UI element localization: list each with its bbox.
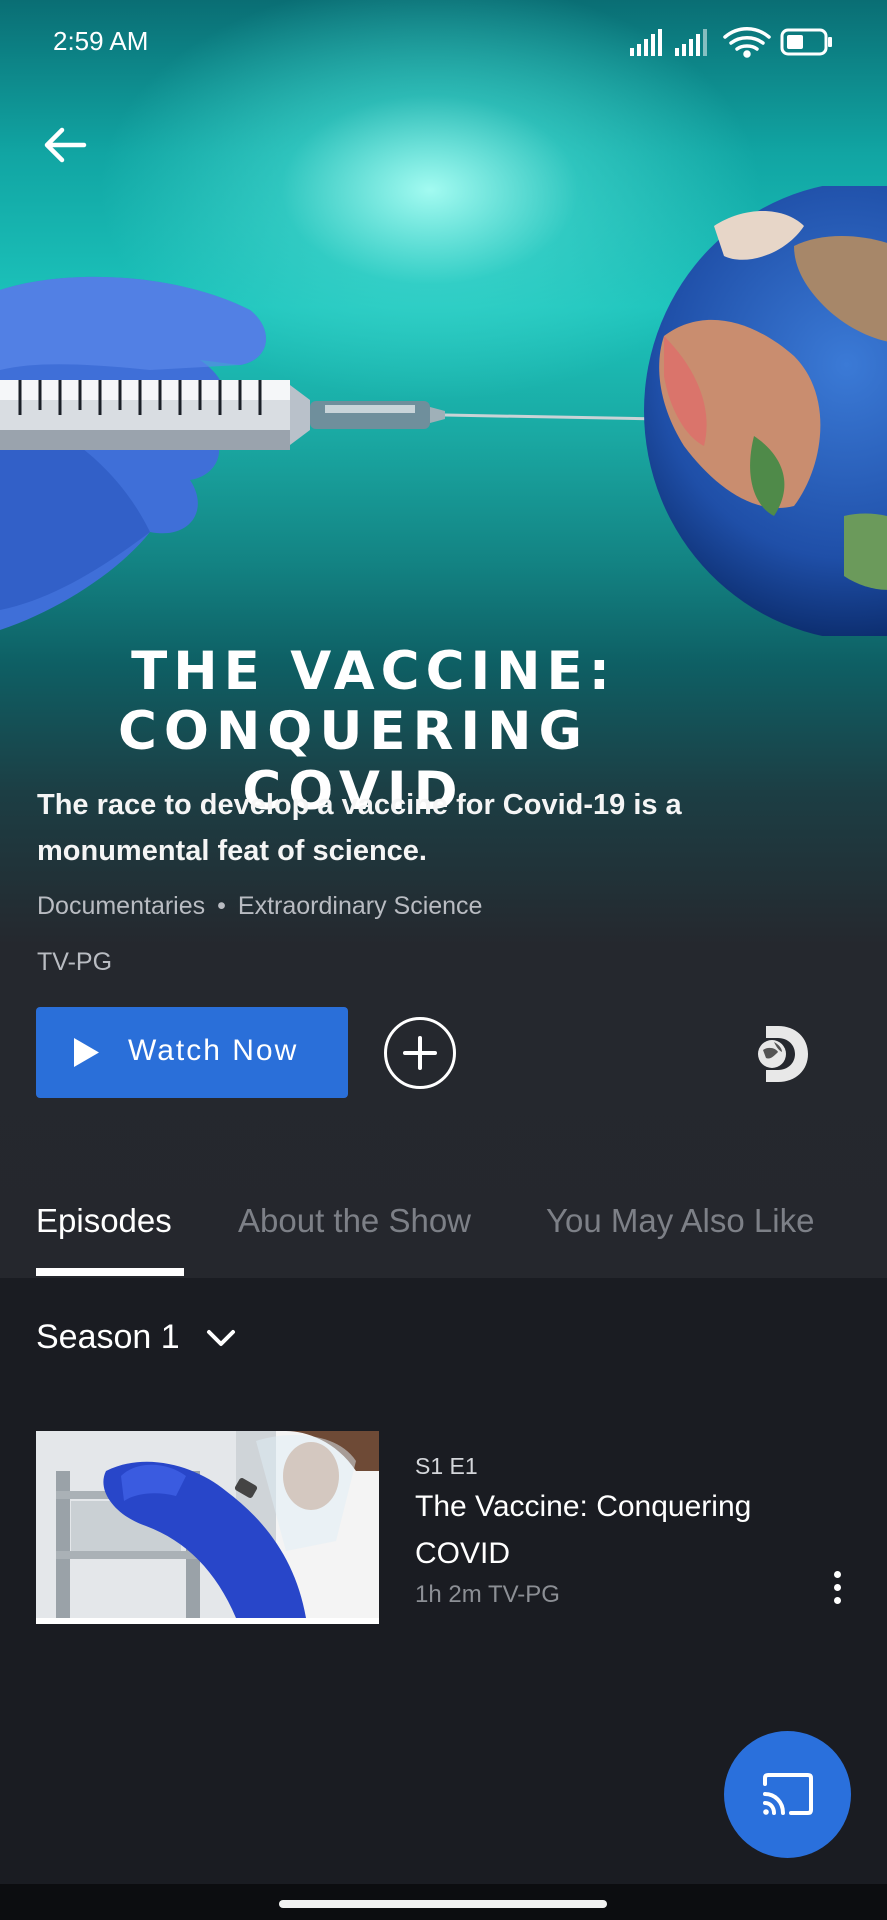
genre-separator: • (217, 892, 226, 920)
earth-globe-artwork (644, 186, 887, 636)
home-indicator[interactable] (279, 1900, 607, 1908)
gloved-hand-artwork (0, 276, 267, 630)
season-selector[interactable]: Season 1 (36, 1318, 236, 1357)
episode-number: S1 E1 (415, 1453, 478, 1479)
more-options-icon[interactable] (831, 1571, 843, 1611)
chevron-down-icon (206, 1329, 235, 1346)
show-title-line-1: THE VACCINE: (131, 641, 616, 702)
play-icon (74, 1038, 99, 1067)
show-tagline: The race to develop a vaccine for Covid-… (37, 789, 682, 867)
watch-now-label: Watch Now (128, 1034, 299, 1067)
status-icons (630, 27, 832, 58)
tab-about-the-show[interactable]: About the Show (238, 1202, 471, 1240)
watch-now-button[interactable]: Watch Now (36, 1007, 348, 1098)
syringe-artwork (0, 380, 660, 450)
signal-icon (675, 29, 707, 56)
detail-tabs: Episodes About the Show You May Also Lik… (0, 1192, 887, 1278)
season-label: Season 1 (36, 1318, 180, 1356)
genre-row: Documentaries • Extraordinary Science (37, 892, 482, 921)
episode-meta: 1h 2m TV-PG (415, 1581, 560, 1608)
tab-episodes[interactable]: Episodes (36, 1202, 172, 1240)
content-rating: TV-PG (37, 948, 113, 976)
arrow-left-icon (44, 127, 87, 163)
cast-icon (763, 1773, 813, 1815)
battery-icon (780, 28, 832, 56)
hero-banner: 2:59 AM THE VACCINE: CONQUERING COVID Th… (0, 0, 887, 1278)
genre-extraordinary-science-link[interactable]: Extraordinary Science (238, 892, 483, 920)
signal-icon (630, 29, 662, 56)
wifi-icon (723, 27, 771, 58)
tab-active-indicator (36, 1268, 184, 1276)
episode-item[interactable]: S1 E1 The Vaccine: Conquering COVID 1h 2… (36, 1431, 851, 1626)
status-bar: 2:59 AM (0, 0, 887, 84)
cast-button[interactable] (724, 1731, 851, 1858)
episode-thumbnail[interactable] (36, 1431, 379, 1624)
episode-title: The Vaccine: Conquering COVID (415, 1490, 752, 1570)
genre-documentaries-link[interactable]: Documentaries (37, 892, 205, 920)
show-detail-screen: 2:59 AM THE VACCINE: CONQUERING COVID Th… (0, 0, 887, 1920)
status-time: 2:59 AM (53, 26, 149, 56)
system-nav-bar (0, 1884, 887, 1920)
lab-scientist-image (36, 1431, 379, 1618)
back-button[interactable] (36, 116, 94, 174)
discovery-network-logo (758, 1026, 808, 1082)
tab-you-may-also-like[interactable]: You May Also Like (546, 1202, 814, 1240)
add-to-list-button[interactable] (384, 1017, 456, 1089)
